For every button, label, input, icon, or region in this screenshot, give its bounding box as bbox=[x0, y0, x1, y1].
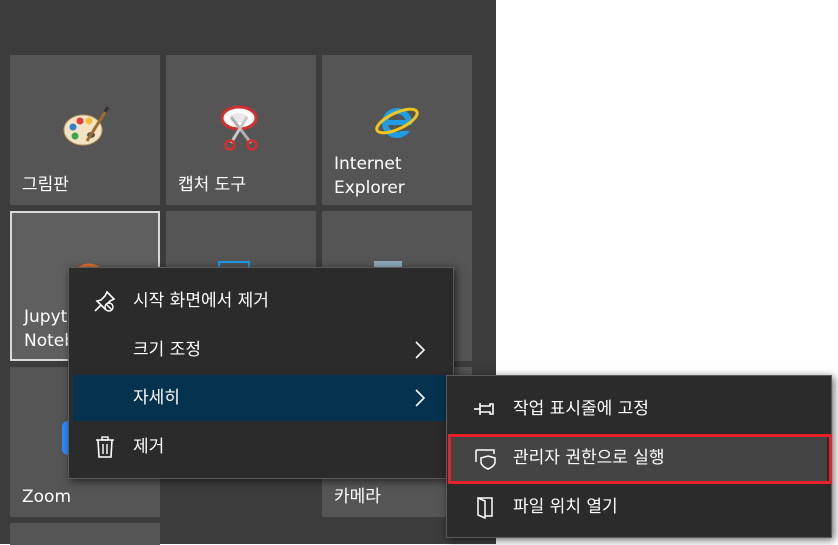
menu-item-label: 시작 화면에서 제거 bbox=[133, 291, 269, 311]
paint-palette-icon bbox=[63, 106, 109, 146]
tile-label: 그림판 bbox=[22, 175, 69, 195]
menu-item-label: 자세히 bbox=[133, 388, 180, 408]
tile-partial[interactable] bbox=[10, 523, 160, 545]
tile-label-line: Explorer bbox=[334, 178, 405, 198]
tile-snipping-tool[interactable]: 캡처 도구 bbox=[166, 55, 316, 205]
unpin-icon bbox=[94, 290, 116, 312]
open-file-location-icon bbox=[477, 496, 493, 519]
menu-item-label: 크기 조정 bbox=[133, 340, 201, 360]
menu-item-pin-to-taskbar[interactable]: 작업 표시줄에 고정 bbox=[451, 386, 827, 432]
menu-item-label: 제거 bbox=[133, 437, 165, 457]
tile-internet-explorer[interactable]: Internet Explorer bbox=[322, 55, 472, 205]
tile-label: Zoom bbox=[22, 487, 72, 507]
tile-label: Internet Explorer bbox=[334, 152, 405, 200]
menu-item-open-file-location[interactable]: 파일 위치 열기 bbox=[451, 484, 827, 530]
tile-label-line: Internet bbox=[334, 154, 402, 174]
menu-item-more[interactable]: 자세히 bbox=[73, 375, 449, 421]
pin-icon bbox=[474, 403, 494, 415]
tile-context-menu: 시작 화면에서 제거 크기 조정 자세히 제거 bbox=[68, 267, 454, 479]
tile-label: 카메라 bbox=[334, 487, 381, 507]
trash-icon bbox=[96, 436, 114, 458]
snipping-tool-icon bbox=[220, 105, 258, 151]
menu-item-resize[interactable]: 크기 조정 bbox=[73, 327, 449, 373]
highlight-annotation bbox=[448, 434, 832, 484]
menu-item-unpin-from-start[interactable]: 시작 화면에서 제거 bbox=[73, 278, 449, 324]
internet-explorer-icon bbox=[375, 107, 419, 138]
tile-label: 캡처 도구 bbox=[178, 175, 246, 195]
chevron-right-icon bbox=[415, 389, 426, 407]
tile-paint[interactable]: 그림판 bbox=[10, 55, 160, 205]
chevron-right-icon bbox=[415, 341, 426, 359]
menu-item-label: 작업 표시줄에 고정 bbox=[513, 399, 649, 419]
menu-item-uninstall[interactable]: 제거 bbox=[73, 424, 449, 470]
menu-item-label: 파일 위치 열기 bbox=[513, 497, 618, 517]
